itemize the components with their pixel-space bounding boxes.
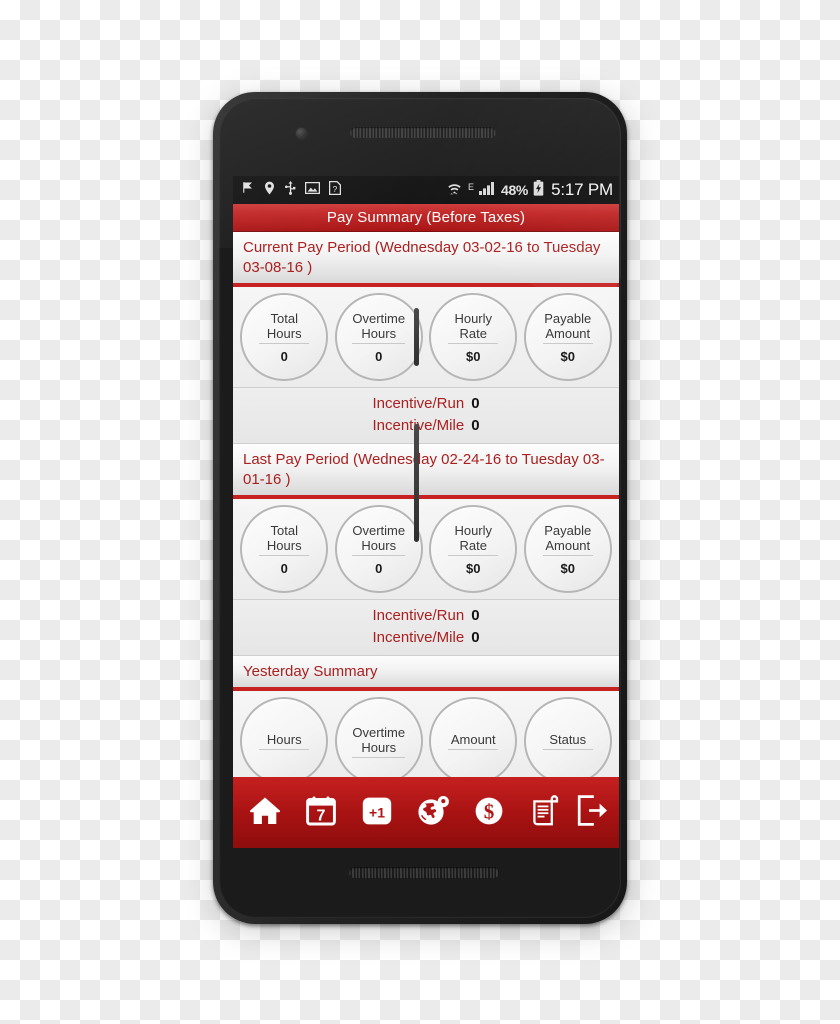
metric-hours[interactable]: Hours xyxy=(240,697,329,785)
status-bar-left-icons: ? xyxy=(241,180,342,200)
metric-value: $0 xyxy=(560,560,575,576)
nav-item-logout[interactable] xyxy=(577,789,611,837)
incentive-label: Incentive/Run xyxy=(372,395,465,412)
incentive-label: Incentive/Run xyxy=(372,607,465,624)
page-title: Pay Summary (Before Taxes) xyxy=(326,209,526,226)
metric-value: 0 xyxy=(375,560,383,576)
metric-value: $0 xyxy=(560,348,575,364)
metric-total-hours[interactable]: Total Hours 0 xyxy=(240,505,329,593)
section-title: Current Pay Period (Wednesday 03-02-16 t… xyxy=(243,239,601,276)
metric-overtime-hours[interactable]: Overtime Hours xyxy=(334,697,423,785)
metric-value: 0 xyxy=(280,560,288,576)
incentive-per-mile: Incentive/Mile0 xyxy=(233,415,619,437)
metrics-row-current-pay-period: Total Hours 0 Overtime Hours 0 Hourly Ra… xyxy=(233,287,619,388)
nav-item-home[interactable] xyxy=(241,789,289,837)
svg-text:+1: +1 xyxy=(369,804,385,820)
pay-summary-content: Current Pay Period (Wednesday 03-02-16 t… xyxy=(233,232,619,848)
incentive-per-mile: Incentive/Mile 0 xyxy=(233,627,619,649)
incentives-current-pay-period: Incentive/Run 0 Incentive/Mile0 xyxy=(233,388,619,444)
section-title: Yesterday Summary xyxy=(243,663,378,680)
power-button[interactable] xyxy=(414,308,419,366)
incentive-value: 0 xyxy=(471,629,480,646)
metric-label: Overtime Hours xyxy=(352,523,406,556)
wifi-icon xyxy=(446,180,463,201)
metric-total-hours[interactable]: Total Hours 0 xyxy=(240,293,329,381)
flag-icon xyxy=(241,181,254,199)
svg-text:7: 7 xyxy=(317,807,326,824)
scroll-report-icon xyxy=(531,795,559,831)
signal-bars-icon xyxy=(478,181,496,200)
image-icon xyxy=(304,181,321,199)
metric-value: 0 xyxy=(280,348,288,364)
svg-text:$: $ xyxy=(484,799,495,823)
metric-label: Hourly Rate xyxy=(448,523,499,556)
incentives-last-pay-period: Incentive/Run 0 Incentive/Mile 0 xyxy=(233,600,619,656)
usb-icon xyxy=(285,180,296,200)
metric-label: Status xyxy=(542,732,593,750)
metric-label: Overtime Hours xyxy=(352,725,406,758)
device-front-panel: ? E 48% 5:17 PM Pay Summary (Before Taxe… xyxy=(219,98,621,918)
metrics-row-last-pay-period: Total Hours 0 Overtime Hours 0 Hourly Ra… xyxy=(233,499,619,600)
metric-label: Total Hours xyxy=(259,311,310,344)
metric-label: Hours xyxy=(259,732,310,750)
section-title: Last Pay Period (Wednesday 02-24-16 to T… xyxy=(243,451,605,488)
nav-item-reports[interactable] xyxy=(521,789,569,837)
metric-value: $0 xyxy=(466,560,481,576)
metric-label: Payable Amount xyxy=(542,311,593,344)
incentive-value: 0 xyxy=(471,607,480,624)
network-type-label: E xyxy=(467,181,474,192)
nav-item-pay[interactable]: $ xyxy=(465,789,513,837)
metric-hourly-rate[interactable]: Hourly Rate $0 xyxy=(429,505,518,593)
metric-payable-amount[interactable]: Payable Amount $0 xyxy=(523,293,612,381)
location-pin-icon xyxy=(263,181,276,200)
metric-overtime-hours[interactable]: Overtime Hours 0 xyxy=(334,505,423,593)
bottom-navigation-bar: 7 +1 $ xyxy=(233,777,619,848)
metric-label: Hourly Rate xyxy=(448,311,499,344)
status-bar: ? E 48% 5:17 PM xyxy=(233,176,619,204)
metric-value: 0 xyxy=(375,348,383,364)
unknown-file-icon: ? xyxy=(328,180,342,200)
svg-text:?: ? xyxy=(333,184,338,194)
nav-item-schedule[interactable]: 7 xyxy=(297,789,345,837)
calendar-plus-one-icon: +1 xyxy=(362,796,392,831)
dollar-coin-icon: $ xyxy=(474,796,504,831)
battery-charging-icon xyxy=(533,179,544,201)
metric-label: Overtime Hours xyxy=(352,311,406,344)
front-camera-icon xyxy=(296,128,307,139)
phone-screen: ? E 48% 5:17 PM Pay Summary (Before Taxe… xyxy=(233,176,619,848)
metric-overtime-hours[interactable]: Overtime Hours 0 xyxy=(334,293,423,381)
incentive-label: Incentive/Mile xyxy=(372,629,465,646)
incentive-value: 0 xyxy=(471,417,480,434)
home-icon xyxy=(249,796,281,831)
nav-item-map[interactable] xyxy=(409,789,457,837)
volume-rocker-button[interactable] xyxy=(414,424,419,542)
metric-payable-amount[interactable]: Payable Amount $0 xyxy=(523,505,612,593)
clock-label: 5:17 PM xyxy=(551,180,613,199)
metric-status[interactable]: Status xyxy=(523,697,612,785)
bottom-speaker-grille xyxy=(349,867,499,878)
incentive-per-run: Incentive/Run 0 xyxy=(233,605,619,627)
section-header-yesterday-summary: Yesterday Summary xyxy=(233,656,619,691)
section-header-current-pay-period: Current Pay Period (Wednesday 03-02-16 t… xyxy=(233,232,619,287)
status-bar-right-icons: E 48% 5:17 PM xyxy=(446,179,613,201)
metric-hourly-rate[interactable]: Hourly Rate $0 xyxy=(429,293,518,381)
incentive-value: 0 xyxy=(471,395,480,412)
metric-label: Amount xyxy=(448,732,499,750)
smartphone-device: ? E 48% 5:17 PM Pay Summary (Before Taxe… xyxy=(213,92,627,924)
nav-item-add-day[interactable]: +1 xyxy=(353,789,401,837)
globe-pin-icon xyxy=(417,795,450,831)
battery-percent-label: 48% xyxy=(500,182,529,198)
metric-value: $0 xyxy=(466,348,481,364)
calendar-7-icon: 7 xyxy=(306,796,336,831)
logout-icon xyxy=(577,795,609,831)
section-header-last-pay-period: Last Pay Period (Wednesday 02-24-16 to T… xyxy=(233,444,619,499)
metric-amount[interactable]: Amount xyxy=(429,697,518,785)
metric-label: Total Hours xyxy=(259,523,310,556)
metric-label: Payable Amount xyxy=(542,523,593,556)
app-title-bar: Pay Summary (Before Taxes) xyxy=(233,204,619,232)
earpiece-speaker xyxy=(350,127,496,138)
incentive-per-run: Incentive/Run 0 xyxy=(233,393,619,415)
